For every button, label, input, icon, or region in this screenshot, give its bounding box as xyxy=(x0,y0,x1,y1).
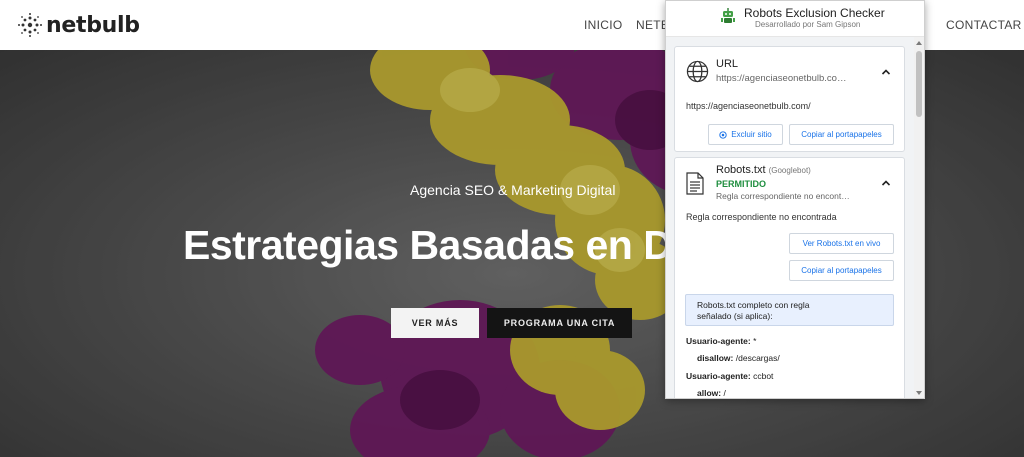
popup-title: Robots Exclusion Checker xyxy=(744,6,885,20)
robots-info-box: Robots.txt completo con regla señalado (… xyxy=(685,294,894,326)
url-card: URL https://agenciaseonetbulb.co… https:… xyxy=(674,46,905,152)
rule-value: / xyxy=(723,388,726,398)
robots-checker-popup: Robots Exclusion Checker Desarrollado po… xyxy=(665,0,925,399)
robots-rule-line: Usuario-agente: ccbot xyxy=(686,371,773,381)
document-icon xyxy=(686,172,704,195)
netbulb-logo-icon xyxy=(18,13,42,37)
excluir-sitio-label: Excluir sitio xyxy=(731,130,772,139)
rule-value: /descargas/ xyxy=(735,353,780,363)
scroll-up-arrow-icon[interactable] xyxy=(916,41,922,45)
copy-robots-button[interactable]: Copiar al portapapeles xyxy=(789,260,894,281)
rule-key: Usuario-agente: xyxy=(686,336,751,346)
rule-value: * xyxy=(753,336,757,346)
robots-rule-line: disallow: /descargas/ xyxy=(697,353,780,363)
globe-icon xyxy=(686,60,709,83)
info-line-1: Robots.txt completo con regla xyxy=(697,300,810,310)
rule-value: ccbot xyxy=(753,371,774,381)
robots-rule-line: allow: / xyxy=(697,388,726,398)
popup-body: URL https://agenciaseonetbulb.co… https:… xyxy=(666,37,924,398)
hero-kicker: Agencia SEO & Marketing Digital xyxy=(410,182,616,198)
ver-mas-button[interactable]: VER MÁS xyxy=(391,308,479,338)
rule-full: Regla correspondiente no encontrada xyxy=(686,212,837,222)
robots-card: Robots.txt (Googlebot) PERMITIDO Regla c… xyxy=(674,157,905,398)
scroll-thumb[interactable] xyxy=(916,51,922,117)
scroll-down-arrow-icon[interactable] xyxy=(916,391,922,395)
url-card-title: URL xyxy=(716,58,739,70)
popup-header: Robots Exclusion Checker Desarrollado po… xyxy=(666,1,924,37)
robots-agent: (Googlebot) xyxy=(768,166,811,175)
chevron-up-icon[interactable] xyxy=(881,67,891,77)
url-full: https://agenciaseonetbulb.com/ xyxy=(686,101,811,111)
rule-key: disallow: xyxy=(697,353,734,363)
view-live-robots-button[interactable]: Ver Robots.txt en vivo xyxy=(789,233,894,254)
hero-title: Estrategias Basadas en Da xyxy=(183,222,695,268)
excluir-sitio-button[interactable]: Excluir sitio xyxy=(708,124,783,145)
robot-icon xyxy=(721,8,735,23)
copy-url-button[interactable]: Copiar al portapapeles xyxy=(789,124,894,145)
exclude-icon xyxy=(719,130,727,139)
programa-cita-button[interactable]: PROGRAMA UNA CITA xyxy=(487,308,632,338)
robots-card-title: Robots.txt (Googlebot) xyxy=(716,164,811,176)
status-badge: PERMITIDO xyxy=(716,179,767,189)
rule-key: allow: xyxy=(697,388,722,398)
chevron-up-icon[interactable] xyxy=(881,178,891,188)
rule-key: Usuario-agente: xyxy=(686,371,751,381)
url-truncated: https://agenciaseonetbulb.co… xyxy=(716,73,847,84)
popup-subtitle: Desarrollado por Sam Gipson xyxy=(755,20,861,29)
info-line-2: señalado (si aplica): xyxy=(697,311,773,321)
robots-title-text: Robots.txt xyxy=(716,164,766,176)
popup-scrollbar[interactable] xyxy=(914,37,924,398)
site-logo[interactable]: netbulb xyxy=(17,12,140,38)
rule-truncated: Regla correspondiente no encont… xyxy=(716,191,850,201)
logo-text: netbulb xyxy=(46,12,140,38)
nav-item-inicio[interactable]: INICIO xyxy=(584,18,622,32)
nav-item-contactar[interactable]: CONTACTAR xyxy=(946,18,1022,32)
robots-rule-line: Usuario-agente: * xyxy=(686,336,756,346)
